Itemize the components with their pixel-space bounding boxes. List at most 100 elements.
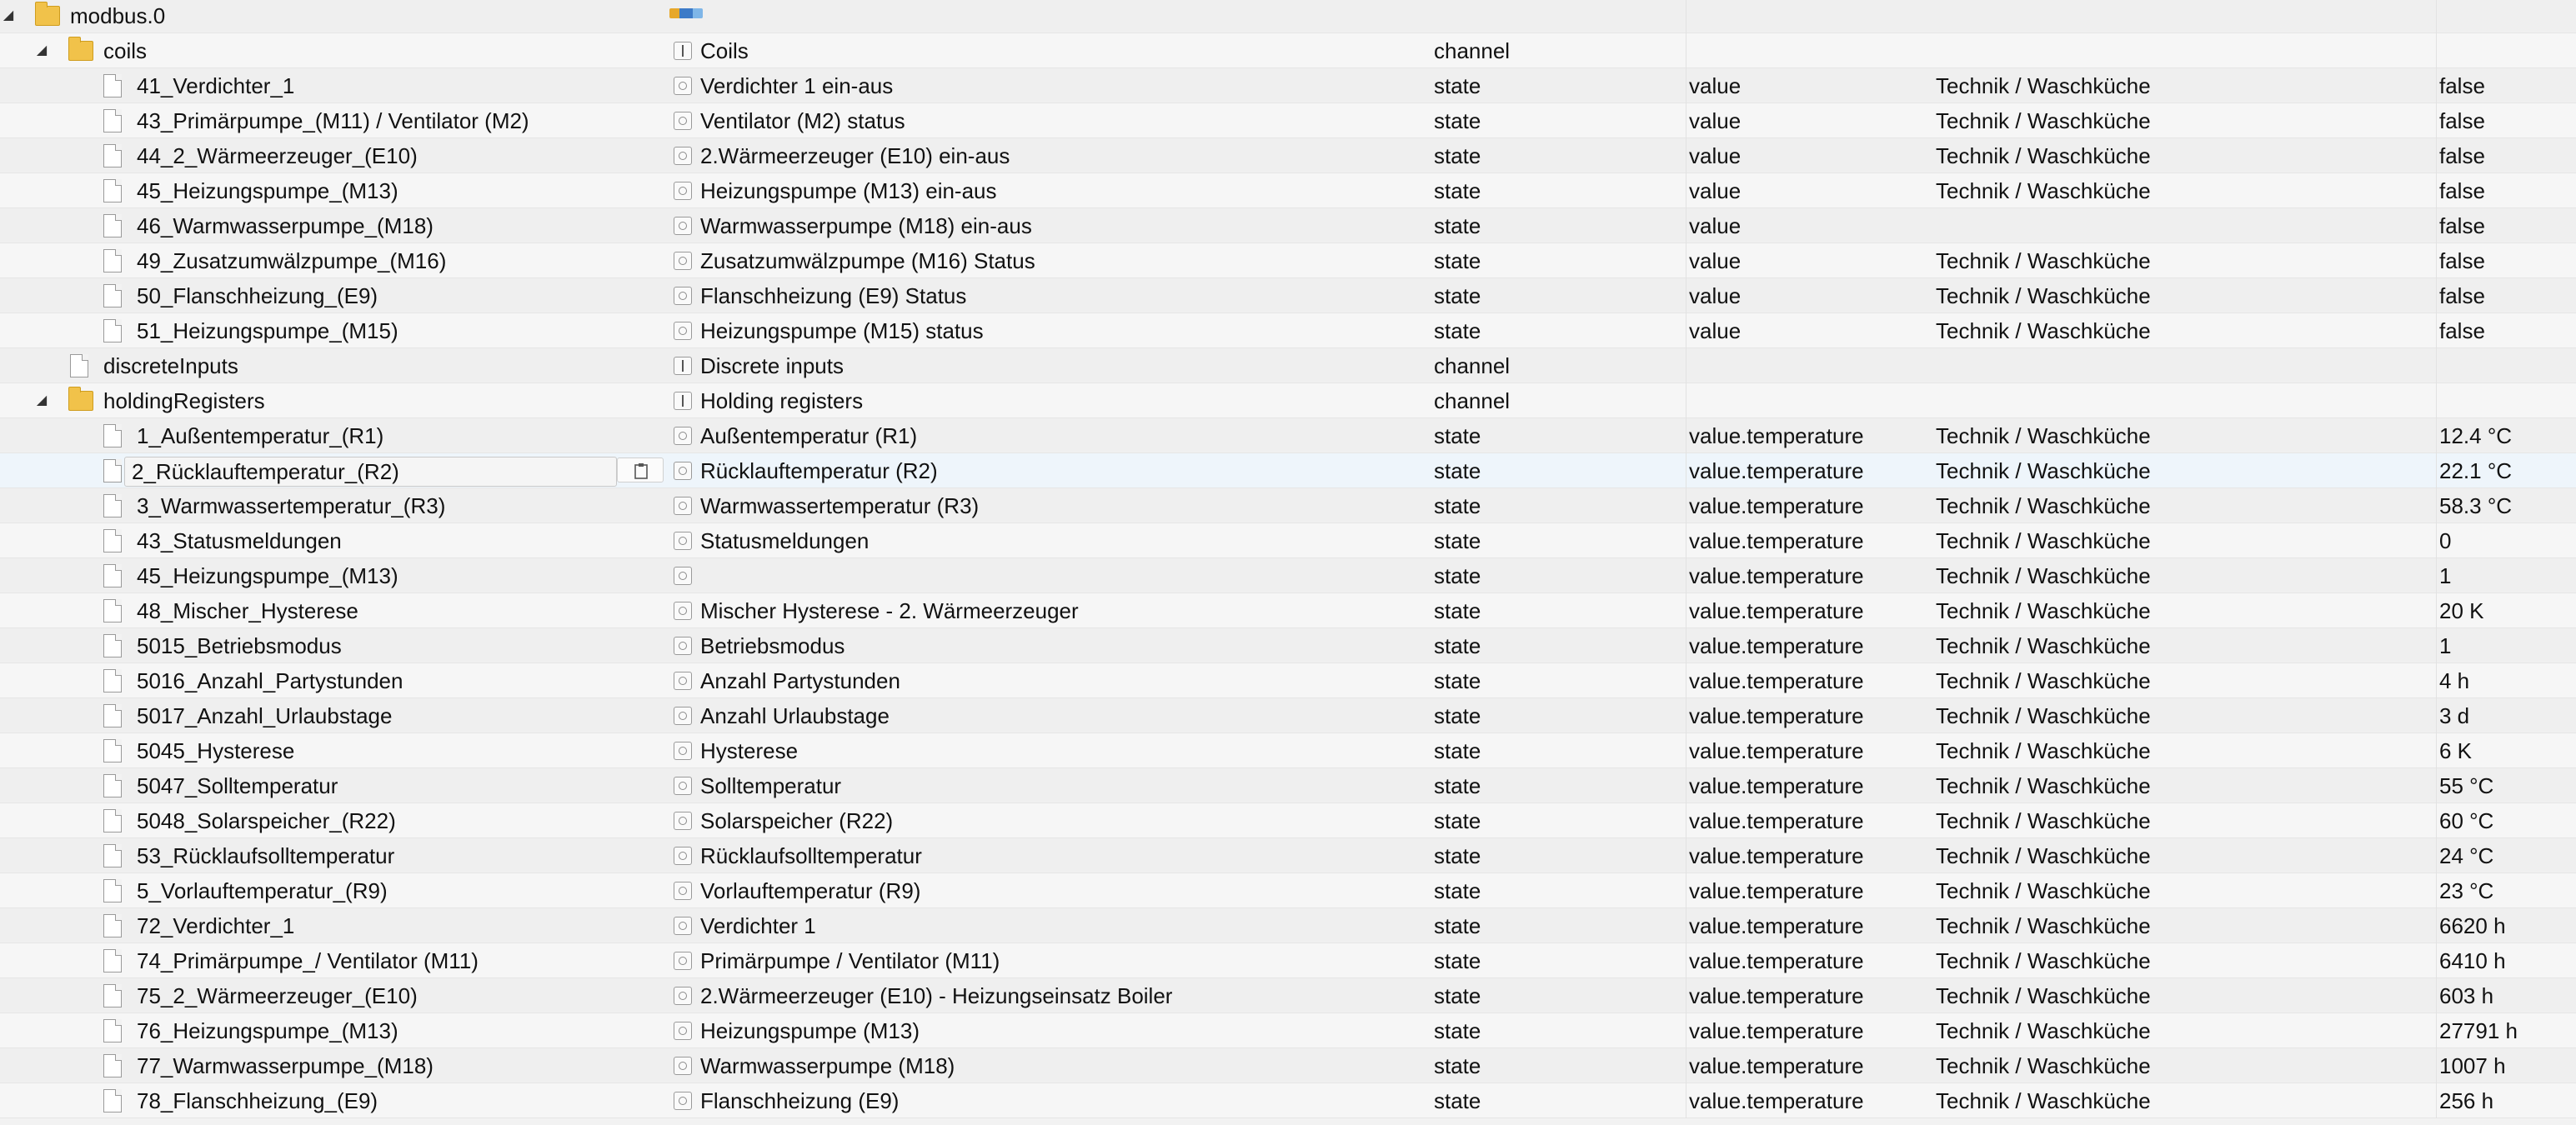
object-value[interactable]: false	[2436, 68, 2576, 103]
object-type: state	[1434, 738, 1481, 763]
title-cell: Statusmeldungen	[0, 523, 1434, 558]
object-type: state	[1434, 983, 1481, 1008]
object-room: Technik / Waschküche	[1936, 738, 2151, 763]
object-value[interactable]: 6410 h	[2436, 943, 2576, 978]
state-icon	[674, 672, 692, 690]
tree-row-state[interactable]: 41_Verdichter_1 Verdichter 1 ein-aus state…	[0, 68, 2576, 103]
tree-row-state[interactable]: 46_Warmwasserpumpe_(M18) Warmwasserpumpe …	[0, 208, 2576, 243]
tree-row-state[interactable]: 53_Rücklaufsolltemperatur Rücklaufsolltem…	[0, 838, 2576, 873]
tree-row-state[interactable]: 72_Verdichter_1 Verdichter 1 state value.te…	[0, 908, 2576, 943]
object-value[interactable]: false	[2436, 138, 2576, 173]
title-cell: Warmwassertemperatur (R3)	[0, 488, 1434, 523]
tree-row-state[interactable]: 5015_Betriebsmodus Betriebsmodus state valu…	[0, 628, 2576, 663]
object-type: state	[1434, 1018, 1481, 1043]
object-title: Verdichter 1 ein-aus	[700, 73, 894, 98]
object-value[interactable]: 22.1 °C	[2436, 453, 2576, 488]
object-value[interactable]: false	[2436, 173, 2576, 208]
object-value[interactable]: 0	[2436, 523, 2576, 558]
object-title: Betriebsmodus	[700, 633, 845, 658]
title-cell: Mischer Hysterese - 2. Wärmeerzeuger	[0, 593, 1434, 628]
object-room: Technik / Waschküche	[1936, 178, 2151, 203]
tree-row-state[interactable]: 43_Statusmeldungen Statusmeldungen state va…	[0, 523, 2576, 558]
object-type: state	[1434, 948, 1481, 973]
tree-row-state[interactable]: 44_2_Wärmeerzeuger_(E10) 2.Wärmeerzeuger …	[0, 138, 2576, 173]
object-room: Technik / Waschküche	[1936, 773, 2151, 798]
object-value[interactable]: 60 °C	[2436, 803, 2576, 838]
tree-row-folder[interactable]: ◢ holdingRegisters Holding registers channe…	[0, 383, 2576, 418]
object-type: state	[1434, 493, 1481, 518]
tree-row-state[interactable]: 48_Mischer_Hysterese Mischer Hysterese - …	[0, 593, 2576, 628]
state-icon	[674, 812, 692, 830]
object-value[interactable]: 1	[2436, 558, 2576, 593]
tree-row-state[interactable]: 43_Primärpumpe_(M11) / Ventilator (M2) Ve…	[0, 103, 2576, 138]
object-value[interactable]: 20 K	[2436, 593, 2576, 628]
object-value[interactable]: false	[2436, 313, 2576, 348]
tree-row-state[interactable]: 74_Primärpumpe_/ Ventilator (M11) Primärp…	[0, 943, 2576, 978]
tree-row-state[interactable]: 5017_Anzahl_Urlaubstage Anzahl Urlaubstag…	[0, 698, 2576, 733]
object-value[interactable]: 1007 h	[2436, 1048, 2576, 1083]
object-value[interactable]: 4 h	[2436, 663, 2576, 698]
object-value[interactable]: 3 d	[2436, 698, 2576, 733]
tree-row-state[interactable]: 76_Heizungspumpe_(M13) Heizungspumpe (M13…	[0, 1013, 2576, 1048]
object-value[interactable]: false	[2436, 278, 2576, 313]
tree-row-state[interactable]: 2_Rücklauftemperatur_(R2) Rücklauftempera…	[0, 453, 2576, 488]
state-icon	[674, 637, 692, 655]
tree-row-state[interactable]: 51_Heizungspumpe_(M15) Heizungspumpe (M15…	[0, 313, 2576, 348]
object-value[interactable]: 23 °C	[2436, 873, 2576, 908]
tree-row-state[interactable]: 50_Flanschheizung_(E9) Flanschheizung (E9…	[0, 278, 2576, 313]
object-value[interactable]: false	[2436, 243, 2576, 278]
object-value[interactable]: false	[2436, 208, 2576, 243]
object-value[interactable]: 256 h	[2436, 1083, 2576, 1118]
object-title: Mischer Hysterese - 2. Wärmeerzeuger	[700, 598, 1079, 623]
object-role: value	[1686, 208, 1939, 243]
tree-row-state[interactable]: 49_Zusatzumwälzpumpe_(M16) Zusatzumwälzpu…	[0, 243, 2576, 278]
object-room: Technik / Waschküche	[1936, 73, 2151, 98]
object-type: channel	[1434, 388, 1511, 413]
tree-row-folder[interactable]: ◢ coils Coils channel	[0, 33, 2576, 68]
object-value[interactable]: 12.4 °C	[2436, 418, 2576, 453]
object-title: Holding registers	[700, 388, 864, 413]
object-value[interactable]: 27791 h	[2436, 1013, 2576, 1048]
tree-row-state[interactable]: 77_Warmwasserpumpe_(M18) Warmwasserpumpe …	[0, 1048, 2576, 1083]
title-cell: 2.Wärmeerzeuger (E10) - Heizungseinsatz …	[0, 978, 1434, 1013]
tree-row-file[interactable]: discreteInputs Discrete inputs channel	[0, 348, 2576, 383]
object-type: state	[1434, 913, 1481, 938]
object-value[interactable]	[2436, 0, 2576, 33]
object-value[interactable]: 58.3 °C	[2436, 488, 2576, 523]
object-value[interactable]	[2436, 33, 2576, 68]
object-room: Technik / Waschküche	[1936, 143, 2151, 168]
tree-row-state[interactable]: 1_Außentemperatur_(R1) Außentemperatur (R…	[0, 418, 2576, 453]
object-role	[1686, 383, 1939, 418]
tree-row-state[interactable]: 5047_Solltemperatur Solltemperatur state va…	[0, 768, 2576, 803]
object-role: value	[1686, 243, 1939, 278]
object-value[interactable]: 603 h	[2436, 978, 2576, 1013]
object-room: Technik / Waschküche	[1936, 1053, 2151, 1078]
object-role: value.temperature	[1686, 943, 1939, 978]
object-value[interactable]	[2436, 348, 2576, 383]
title-cell: Ventilator (M2) status	[0, 103, 1434, 138]
object-value[interactable]: 24 °C	[2436, 838, 2576, 873]
tree-row-state[interactable]: 5016_Anzahl_Partystunden Anzahl Partystun…	[0, 663, 2576, 698]
object-title: Hysterese	[700, 738, 799, 763]
tree-row-state[interactable]: 5_Vorlauftemperatur_(R9) Vorlauftemperatu…	[0, 873, 2576, 908]
title-cell: Flanschheizung (E9)	[0, 1083, 1434, 1118]
object-value[interactable]: 6 K	[2436, 733, 2576, 768]
object-value[interactable]: 1	[2436, 628, 2576, 663]
object-role: value.temperature	[1686, 523, 1939, 558]
tree-row-state[interactable]: 45_Heizungspumpe_(M13) state value.tempera…	[0, 558, 2576, 593]
object-title: Rücklaufsolltemperatur	[700, 843, 922, 868]
tree-row-state[interactable]: 3_Warmwassertemperatur_(R3) Warmwassertem…	[0, 488, 2576, 523]
object-value[interactable]: false	[2436, 103, 2576, 138]
object-value[interactable]	[2436, 383, 2576, 418]
tree-row-state[interactable]: 78_Flanschheizung_(E9) Flanschheizung (E9…	[0, 1083, 2576, 1118]
object-value[interactable]: 55 °C	[2436, 768, 2576, 803]
object-type: state	[1434, 458, 1481, 483]
object-role: value.temperature	[1686, 453, 1939, 488]
tree-row-folder[interactable]: ◢ modbus.0	[0, 0, 2576, 33]
tree-row-state[interactable]: 45_Heizungspumpe_(M13) Heizungspumpe (M13…	[0, 173, 2576, 208]
object-value[interactable]: 6620 h	[2436, 908, 2576, 943]
tree-row-state[interactable]: 5045_Hysterese Hysterese state value.temper…	[0, 733, 2576, 768]
tree-row-state[interactable]: 5048_Solarspeicher_(R22) Solarspeicher (R…	[0, 803, 2576, 838]
tree-row-state[interactable]: 75_2_Wärmeerzeuger_(E10) 2.Wärmeerzeuger …	[0, 978, 2576, 1013]
object-type	[1434, 0, 1684, 33]
